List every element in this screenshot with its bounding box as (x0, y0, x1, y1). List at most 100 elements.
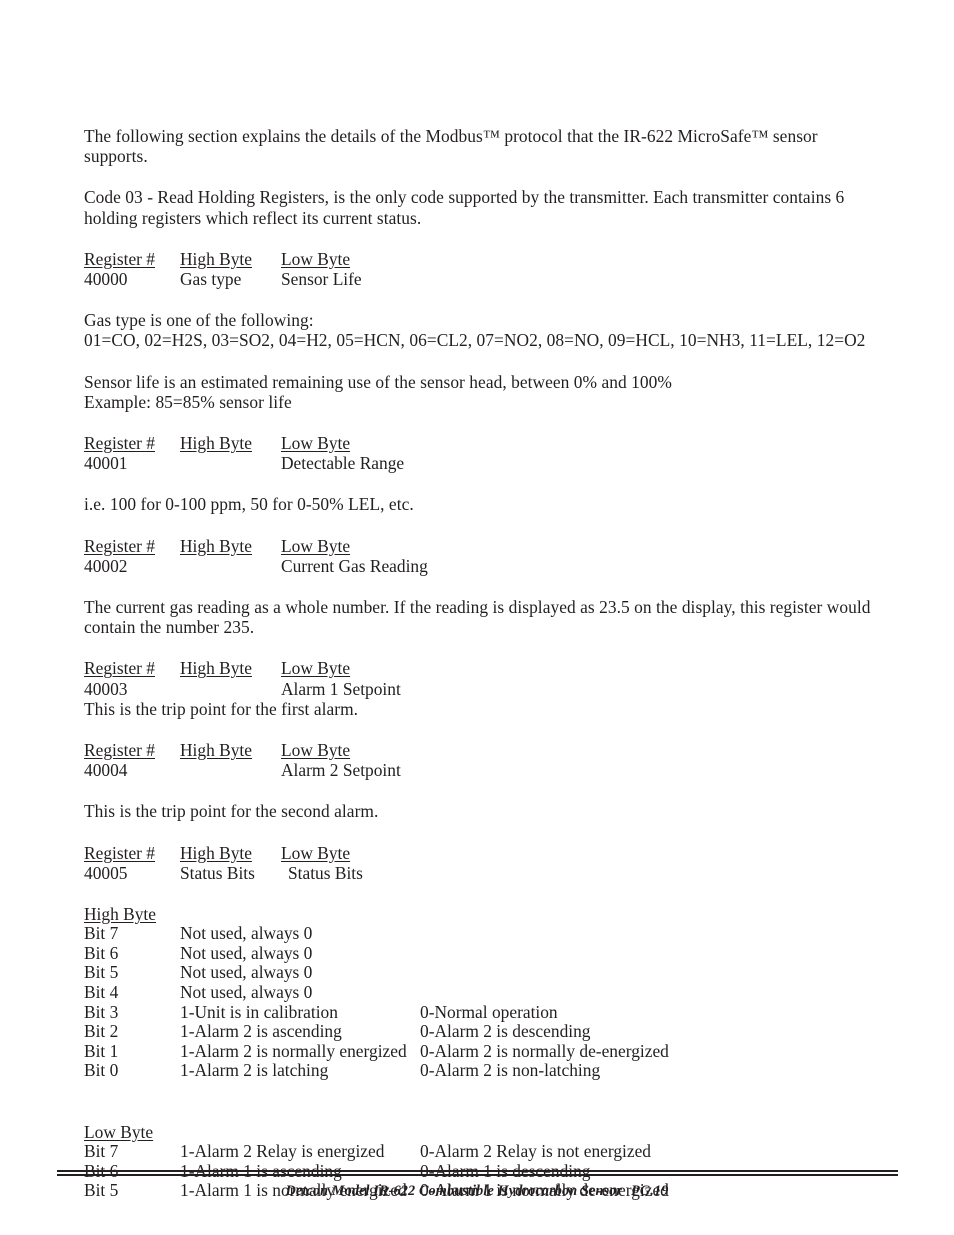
header-low-byte: Low Byte (281, 433, 351, 454)
table-row: 40005 Status Bits Status Bits (84, 863, 684, 883)
bit-one-meaning: 1-Alarm 2 Relay is energized (180, 1141, 385, 1162)
register-number: 40004 (84, 760, 128, 781)
intro-paragraph: The following section explains the detai… (84, 126, 818, 167)
footer-divider (57, 1170, 898, 1176)
register-low-byte: Current Gas Reading (281, 555, 428, 576)
table-row: 40000 Gas type Sensor Life (84, 269, 684, 289)
bit-label: Bit 1 (84, 1040, 119, 1061)
bit-table-high-byte: Bit 7 Not used, always 0 Bit 6 Not used,… (84, 924, 844, 1081)
table-header-row: Register # High Byte Low Byte (84, 843, 684, 863)
register-table-40000: Register # High Byte Low Byte 40000 Gas … (84, 249, 684, 289)
page-footer: Detcon Model IR-622 Combustible Hydrocar… (0, 1183, 954, 1200)
header-low-byte: Low Byte (281, 248, 351, 269)
bit-zero-meaning (420, 924, 844, 944)
table-row: 40001 Detectable Range (84, 453, 684, 473)
bit-zero-meaning: 0-Alarm 2 is descending (420, 1021, 591, 1042)
header-low-byte: Low Byte (281, 535, 351, 556)
register-high-byte: Gas type (180, 269, 242, 290)
sensor-life-note: Sensor life is an estimated remaining us… (84, 371, 672, 392)
header-high-byte: High Byte (180, 658, 252, 679)
header-high-byte: High Byte (180, 535, 252, 556)
footer-page-number: PG.19 (631, 1183, 669, 1199)
table-header-row: Register # High Byte Low Byte (84, 249, 684, 269)
bit-zero-meaning (420, 983, 844, 1003)
header-high-byte: High Byte (180, 842, 252, 863)
footer-title: Detcon Model IR-622 Combustible Hydrocar… (285, 1183, 623, 1199)
bit-label: Bit 7 (84, 1141, 119, 1162)
bit-one-meaning: Not used, always 0 (180, 942, 313, 963)
header-high-byte: High Byte (180, 433, 252, 454)
page-content: The following section explains the detai… (84, 126, 876, 1201)
header-low-byte: Low Byte (281, 842, 351, 863)
bit-row: Bit 1 1-Alarm 2 is normally energized 0-… (84, 1040, 844, 1062)
bit-label: Bit 5 (84, 962, 119, 983)
bit-row: Bit 2 1-Alarm 2 is ascending 0-Alarm 2 i… (84, 1022, 844, 1042)
bit-row: Bit 0 1-Alarm 2 is latching 0-Alarm 2 is… (84, 1061, 844, 1081)
bit-one-meaning: 1-Alarm 2 is normally energized (180, 1040, 407, 1061)
bit-zero-meaning: 0-Alarm 2 is normally de-energized (420, 1040, 669, 1061)
bit-row: Bit 4 Not used, always 0 (84, 982, 844, 1003)
bit-label: Bit 3 (84, 1001, 119, 1022)
bit-row: Bit 7 Not used, always 0 (84, 924, 844, 944)
gas-type-list: 01=CO, 02=H2S, 03=SO2, 04=H2, 05=HCN, 06… (84, 330, 866, 351)
bit-label: Bit 0 (84, 1060, 119, 1081)
header-register: Register # (84, 535, 155, 556)
alarm1-note: This is the trip point for the first ala… (84, 698, 359, 719)
bit-row: Bit 7 1-Alarm 2 Relay is energized 0-Ala… (84, 1142, 844, 1162)
bit-zero-meaning: 0-Alarm 2 is non-latching (420, 1060, 601, 1081)
bit-row: Bit 6 Not used, always 0 (84, 942, 844, 964)
bit-label: Bit 7 (84, 923, 119, 944)
document-page: The following section explains the detai… (0, 0, 954, 1235)
register-table-40005: Register # High Byte Low Byte 40005 Stat… (84, 843, 684, 883)
register-low-byte: Alarm 2 Setpoint (281, 760, 401, 781)
bit-one-meaning: Not used, always 0 (180, 923, 313, 944)
table-row: 40003 Alarm 1 Setpoint (84, 679, 684, 699)
bit-one-meaning: 1-Unit is in calibration (180, 1001, 338, 1022)
register-high-byte (180, 760, 281, 780)
table-header-row: Register # High Byte Low Byte (84, 536, 684, 556)
table-header-row: Register # High Byte Low Byte (84, 658, 684, 678)
register-number: 40002 (84, 555, 128, 576)
register-number: 40003 (84, 678, 128, 699)
detectable-range-note: i.e. 100 for 0-100 ppm, 50 for 0-50% LEL… (84, 494, 414, 515)
bit-row: Bit 5 Not used, always 0 (84, 963, 844, 983)
register-table-40002: Register # High Byte Low Byte 40002 Curr… (84, 536, 684, 576)
header-high-byte: High Byte (180, 248, 252, 269)
bit-one-meaning: Not used, always 0 (180, 982, 313, 1003)
bit-one-meaning: Not used, always 0 (180, 962, 313, 983)
register-low-byte: Sensor Life (281, 269, 362, 290)
bit-zero-meaning (420, 944, 844, 964)
code-paragraph: Code 03 - Read Holding Registers, is the… (84, 187, 845, 228)
register-low-byte: Alarm 1 Setpoint (281, 678, 401, 699)
header-register: Register # (84, 740, 155, 761)
register-table-40003: Register # High Byte Low Byte 40003 Alar… (84, 658, 684, 698)
table-header-row: Register # High Byte Low Byte (84, 740, 684, 760)
register-number: 40005 (84, 862, 128, 883)
header-register: Register # (84, 433, 155, 454)
table-header-row: Register # High Byte Low Byte (84, 433, 684, 453)
register-table-40001: Register # High Byte Low Byte 40001 Dete… (84, 433, 684, 473)
register-table-40004: Register # High Byte Low Byte 40004 Alar… (84, 740, 684, 780)
alarm2-note: This is the trip point for the second al… (84, 801, 379, 822)
bit-group-title-high-byte: High Byte (84, 904, 156, 925)
register-low-byte: Status Bits (288, 862, 363, 883)
register-high-byte: Status Bits (180, 862, 255, 883)
bit-zero-meaning: 0-Alarm 2 Relay is not energized (420, 1141, 652, 1162)
bit-one-meaning: 1-Alarm 2 is latching (180, 1060, 329, 1081)
register-high-byte (180, 679, 281, 699)
sensor-life-example: Example: 85=85% sensor life (84, 391, 292, 412)
register-number: 40000 (84, 269, 128, 290)
current-gas-reading-note: The current gas reading as a whole numbe… (84, 597, 871, 638)
header-high-byte: High Byte (180, 740, 252, 761)
bit-label: Bit 6 (84, 942, 119, 963)
bit-label: Bit 2 (84, 1021, 119, 1042)
header-register: Register # (84, 248, 155, 269)
table-row: 40002 Current Gas Reading (84, 556, 684, 576)
bit-label: Bit 4 (84, 982, 119, 1003)
bit-one-meaning: 1-Alarm 2 is ascending (180, 1021, 342, 1042)
bit-row: Bit 3 1-Unit is in calibration 0-Normal … (84, 1001, 844, 1023)
register-number: 40001 (84, 453, 128, 474)
register-low-byte: Detectable Range (281, 453, 405, 474)
table-row: 40004 Alarm 2 Setpoint (84, 760, 684, 780)
header-low-byte: Low Byte (281, 658, 351, 679)
